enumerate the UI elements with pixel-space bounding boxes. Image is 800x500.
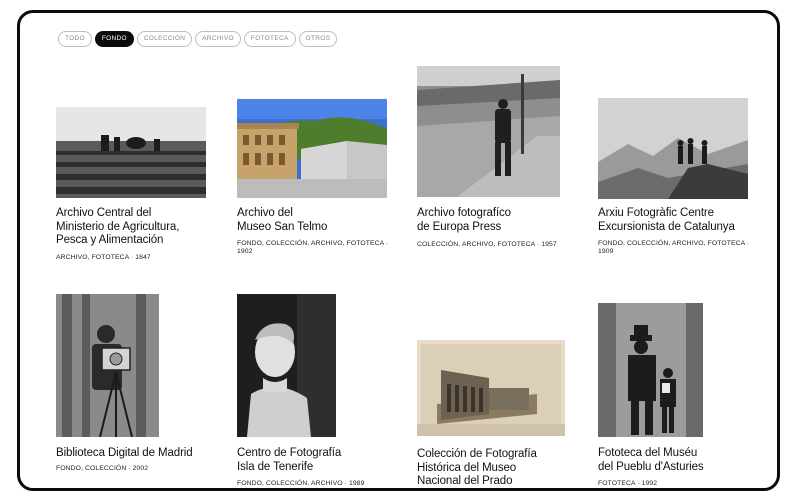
card-title[interactable]: Archivo fotografíco de Europa Press	[417, 207, 587, 234]
filter-chip-archivo[interactable]: ARCHIVO	[195, 31, 241, 47]
card-title[interactable]: Centro de Fotografía Isla de Tenerife	[237, 447, 407, 474]
filter-chip-fototeca[interactable]: FOTOTECA	[243, 31, 296, 47]
archive-card[interactable]: Archivo fotografíco de Europa Press COLE…	[417, 66, 582, 266]
card-meta: FONDO, COLECCIÓN · 2002	[56, 465, 149, 472]
filter-chip-coleccion[interactable]: COLECCIÓN	[136, 31, 193, 47]
filter-chip-fondo[interactable]: FONDO	[94, 31, 134, 47]
card-thumbnail[interactable]	[237, 294, 336, 437]
card-thumbnail[interactable]	[417, 340, 565, 436]
card-title[interactable]: Fototeca del Muséu del Pueblu d'Asturies	[598, 447, 768, 474]
card-thumbnail[interactable]	[417, 66, 560, 197]
archive-card[interactable]: Archivo del Museo San Telmo FONDO, COLEC…	[237, 99, 397, 259]
archive-card[interactable]: Arxiu Fotogràfic Centre Excursionista de…	[598, 98, 763, 268]
filter-chip-todo[interactable]: TODO	[58, 31, 92, 47]
filter-chip-otros[interactable]: OTROS	[298, 31, 338, 47]
filter-bar: TODO FONDO COLECCIÓN ARCHIVO FOTOTECA OT…	[58, 31, 338, 47]
browser-frame: TODO FONDO COLECCIÓN ARCHIVO FOTOTECA OT…	[17, 10, 780, 491]
card-title[interactable]: Colección de Fotografía Histórica del Mu…	[417, 448, 587, 488]
card-meta: FOTOTECA · 1992	[598, 480, 658, 487]
card-thumbnail[interactable]	[598, 98, 748, 199]
archive-card[interactable]: Archivo Central del Ministerio de Agricu…	[56, 107, 216, 267]
card-thumbnail[interactable]	[56, 294, 159, 437]
card-meta: FONDO, COLECCIÓN, ARCHIVO · 1989	[237, 480, 365, 487]
archive-card[interactable]: Centro de Fotografía Isla de Tenerife FO…	[237, 294, 407, 487]
card-title[interactable]: Archivo Central del Ministerio de Agricu…	[56, 207, 226, 248]
card-title[interactable]: Archivo del Museo San Telmo	[237, 207, 407, 234]
archive-card[interactable]: Biblioteca Digital de Madrid FONDO, COLE…	[56, 294, 226, 484]
archive-card[interactable]: Fototeca del Muséu del Pueblu d'Asturies…	[598, 303, 768, 488]
card-meta: FONDO, COLECCIÓN, ARCHIVO, FOTOTECA · 19…	[237, 240, 389, 255]
card-meta: ARCHIVO, FOTOTECA · 1847	[56, 254, 151, 261]
card-thumbnail[interactable]	[56, 107, 206, 198]
card-meta: FONDO, COLECCIÓN, ARCHIVO, FOTOTECA · 19…	[598, 240, 750, 255]
card-title[interactable]: Arxiu Fotogràfic Centre Excursionista de…	[598, 207, 768, 234]
card-thumbnail[interactable]	[598, 303, 703, 437]
card-meta: COLECCIÓN, ARCHIVO, FOTOTECA · 1957	[417, 241, 557, 248]
archive-card[interactable]: Colección de Fotografía Histórica del Mu…	[417, 340, 587, 488]
card-title[interactable]: Biblioteca Digital de Madrid	[56, 447, 226, 461]
card-thumbnail[interactable]	[237, 99, 387, 198]
